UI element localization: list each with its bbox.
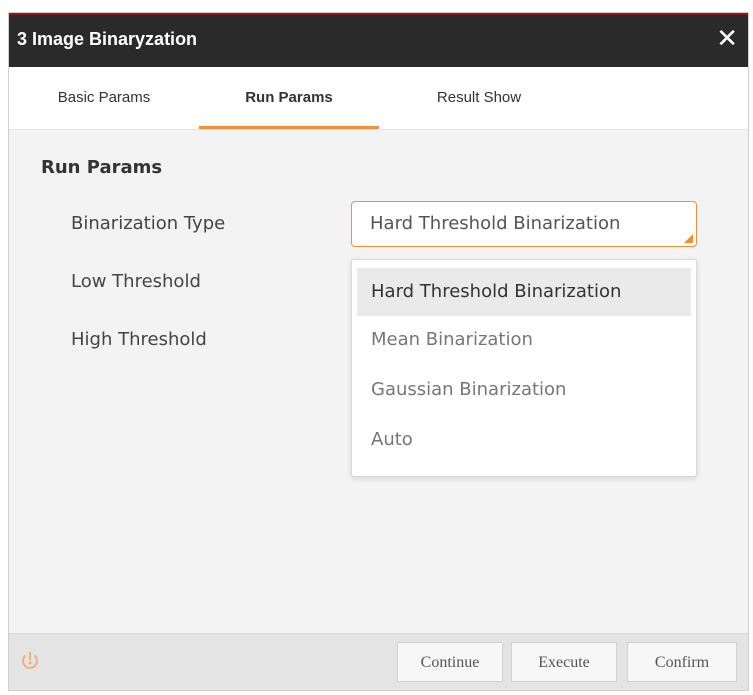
execute-button[interactable]: Execute	[511, 642, 617, 682]
tab-basic-params[interactable]: Basic Params	[29, 67, 179, 129]
window-title: 3 Image Binaryzation	[17, 29, 198, 49]
binarization-type-label: Binarization Type	[71, 213, 226, 234]
binarization-type-select[interactable]: Hard Threshold Binarization	[351, 201, 697, 247]
tab-result-show[interactable]: Result Show	[404, 67, 554, 129]
footer-bar: Continue Execute Confirm	[9, 633, 748, 690]
tab-bar: Basic Params Run Params Result Show	[9, 67, 748, 130]
binarization-type-dropdown: Hard Threshold Binarization Mean Binariz…	[351, 259, 697, 477]
reset-icon[interactable]	[19, 650, 41, 676]
option-gaussian[interactable]: Gaussian Binarization	[357, 366, 691, 414]
section-title: Run Params	[41, 157, 163, 178]
continue-button[interactable]: Continue	[397, 642, 503, 682]
option-hard-threshold[interactable]: Hard Threshold Binarization	[357, 268, 691, 316]
title-bar: 3 Image Binaryzation ✕	[9, 13, 748, 67]
dropdown-corner-icon	[684, 234, 693, 243]
close-icon[interactable]: ✕	[716, 24, 738, 54]
low-threshold-label: Low Threshold	[71, 271, 201, 292]
confirm-button[interactable]: Confirm	[627, 642, 737, 682]
high-threshold-label: High Threshold	[71, 329, 207, 350]
binarization-type-value: Hard Threshold Binarization	[370, 213, 621, 234]
tab-run-params[interactable]: Run Params	[199, 67, 379, 129]
dialog: 3 Image Binaryzation ✕ Basic Params Run …	[8, 12, 749, 691]
option-mean[interactable]: Mean Binarization	[357, 316, 691, 364]
option-auto[interactable]: Auto	[357, 416, 691, 464]
